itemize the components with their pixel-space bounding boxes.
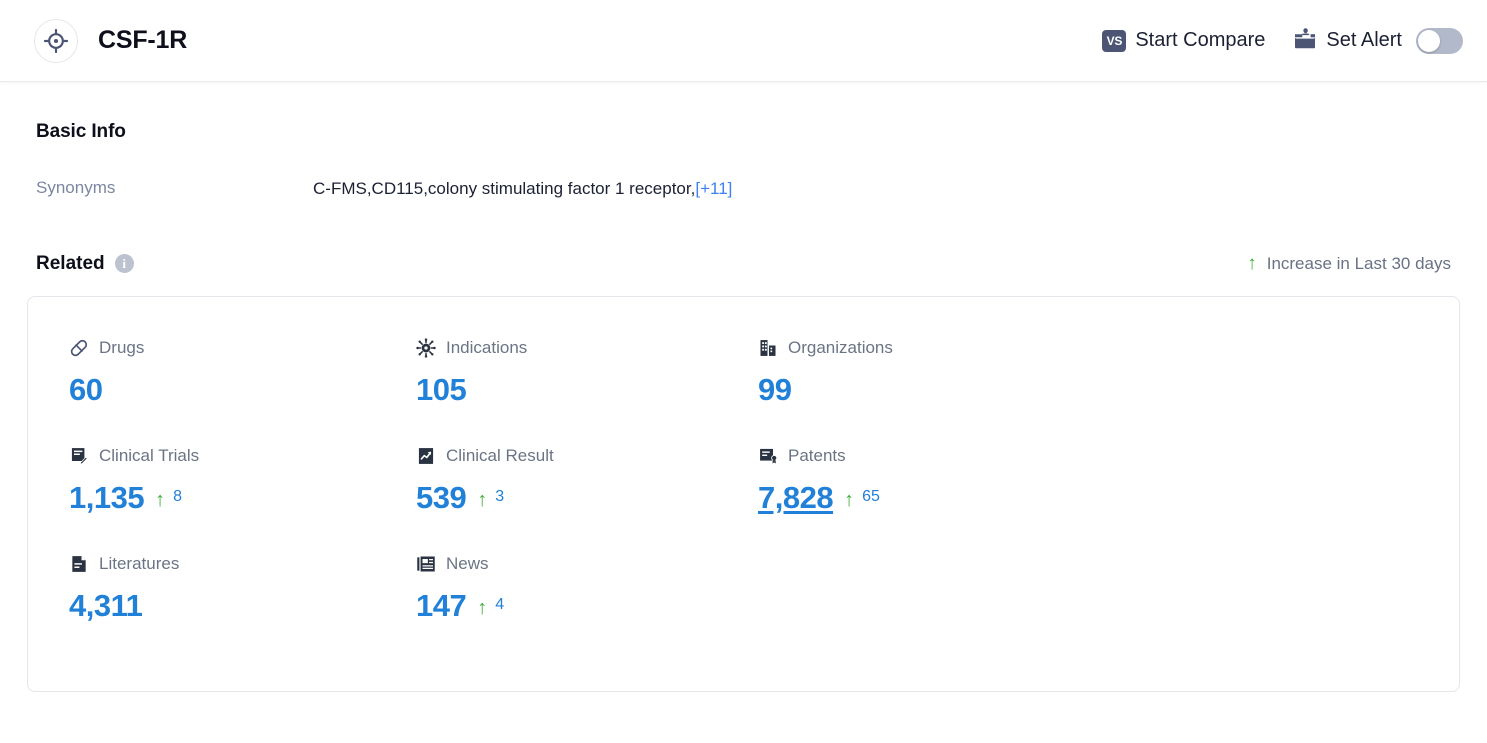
stat-label: Clinical Trials xyxy=(99,445,200,465)
stat-value[interactable]: 1,135 xyxy=(69,480,145,516)
stat-value[interactable]: 539 xyxy=(416,480,467,516)
stat-head: Patents xyxy=(758,445,1427,467)
newspaper-icon xyxy=(416,554,436,574)
stat-value-row: 147 ↑ 4 xyxy=(416,588,749,624)
set-alert-button[interactable]: Set Alert xyxy=(1293,27,1402,54)
synonyms-row: Synonyms C-FMS,CD115,colony stimulating … xyxy=(27,178,1460,201)
synonyms-value: C-FMS,CD115,colony stimulating factor 1 … xyxy=(313,179,696,198)
stat-value-row: 1,135 ↑ 8 xyxy=(69,480,407,516)
basic-info-heading: Basic Info xyxy=(36,121,126,142)
stat-head: Clinical Trials xyxy=(69,445,407,467)
increase-legend: ↑ Increase in Last 30 days xyxy=(1247,254,1451,274)
start-compare-label: Start Compare xyxy=(1135,29,1266,51)
stat-value-row: 4,311 xyxy=(69,588,407,624)
info-circle-icon[interactable]: i xyxy=(114,254,134,274)
set-alert-group: Set Alert xyxy=(1293,27,1463,54)
increase-legend-label: Increase in Last 30 days xyxy=(1266,253,1451,273)
stat-value-row: 105 xyxy=(416,372,749,408)
set-alert-toggle[interactable] xyxy=(1416,27,1463,54)
stat-label: Patents xyxy=(788,445,846,465)
alert-inbox-bell-icon xyxy=(1293,27,1317,54)
up-arrow-icon: ↑ xyxy=(844,488,855,511)
stat-item-organizations: Organizations 99 xyxy=(749,337,1427,445)
app-header: CSF-1R VS Start Compare Set Alert xyxy=(0,0,1487,82)
stat-label: Organizations xyxy=(788,337,893,357)
delta-value: 4 xyxy=(495,595,505,613)
document-text-icon xyxy=(69,554,89,574)
synonyms-label: Synonyms xyxy=(36,178,116,197)
delta-value: 65 xyxy=(862,487,880,505)
stat-value-row: 539 ↑ 3 xyxy=(416,480,749,516)
stat-item-literatures: Literatures 4,311 xyxy=(60,553,407,661)
stat-head: Drugs xyxy=(69,337,407,359)
page-body: Basic Info Synonyms C-FMS,CD115,colony s… xyxy=(0,82,1487,692)
delta-increase: ↑ 8 xyxy=(155,488,182,513)
target-crosshair-icon xyxy=(34,18,78,63)
toggle-knob xyxy=(1418,29,1440,52)
stat-label: Indications xyxy=(446,337,528,357)
stat-head: Organizations xyxy=(758,337,1427,359)
stat-head: Literatures xyxy=(69,553,407,575)
stat-head: Indications xyxy=(416,337,749,359)
stat-item-clinical-trials: Clinical Trials 1,135 ↑ 8 xyxy=(60,445,407,553)
set-alert-label: Set Alert xyxy=(1326,29,1402,51)
stat-item-drugs: Drugs 60 xyxy=(60,337,407,445)
document-pencil-icon xyxy=(69,446,89,466)
stat-value[interactable]: 60 xyxy=(69,372,103,408)
up-arrow-icon: ↑ xyxy=(477,488,488,511)
synonyms-more-link[interactable]: [+11] xyxy=(695,179,732,198)
patent-certificate-icon xyxy=(758,446,778,466)
pill-capsule-icon xyxy=(69,338,89,358)
stat-value-row: 99 xyxy=(758,372,1427,408)
stat-value[interactable]: 4,311 xyxy=(69,588,143,624)
virus-icon xyxy=(416,338,436,358)
synonyms-value-wrap: C-FMS,CD115,colony stimulating factor 1 … xyxy=(313,178,732,201)
header-actions: VS Start Compare Set Alert xyxy=(1102,27,1463,54)
related-header: Related i ↑ Increase in Last 30 days xyxy=(27,253,1460,275)
start-compare-button[interactable]: VS Start Compare xyxy=(1102,29,1265,52)
stat-value-row: 7,828 ↑ 65 xyxy=(758,480,1427,516)
stat-label: Clinical Result xyxy=(446,445,554,465)
up-arrow-icon: ↑ xyxy=(1247,253,1257,275)
delta-increase: ↑ 3 xyxy=(477,488,504,513)
related-heading: Related xyxy=(36,252,105,274)
delta-increase: ↑ 65 xyxy=(844,488,880,513)
delta-value: 8 xyxy=(173,487,182,505)
stat-value[interactable]: 147 xyxy=(416,588,467,624)
stat-value[interactable]: 7,828 xyxy=(758,480,834,516)
stat-item-patents: Patents 7,828 ↑ 65 xyxy=(749,445,1427,553)
stat-label: News xyxy=(446,553,489,573)
delta-value: 3 xyxy=(495,487,505,505)
stat-item-clinical-result: Clinical Result 539 ↑ 3 xyxy=(407,445,749,553)
related-stats-card: Drugs 60 Indications 105 Organizations 9… xyxy=(27,295,1460,692)
document-chart-icon xyxy=(416,446,436,466)
up-arrow-icon: ↑ xyxy=(477,596,488,619)
stat-value[interactable]: 105 xyxy=(416,372,467,408)
stat-value-row: 60 xyxy=(69,372,407,408)
stats-grid: Drugs 60 Indications 105 Organizations 9… xyxy=(60,337,1427,661)
stat-head: Clinical Result xyxy=(416,445,749,467)
building-icon xyxy=(758,338,778,358)
up-arrow-icon: ↑ xyxy=(155,488,166,511)
vs-badge-icon: VS xyxy=(1102,29,1127,52)
stat-item-news: News 147 ↑ 4 xyxy=(407,553,749,661)
stat-label: Literatures xyxy=(99,553,180,573)
stat-item-indications: Indications 105 xyxy=(407,337,749,445)
stat-head: News xyxy=(416,553,749,575)
stat-label: Drugs xyxy=(99,337,145,357)
stat-value[interactable]: 99 xyxy=(758,372,792,408)
delta-increase: ↑ 4 xyxy=(477,596,504,621)
page-title: CSF-1R xyxy=(98,26,188,54)
